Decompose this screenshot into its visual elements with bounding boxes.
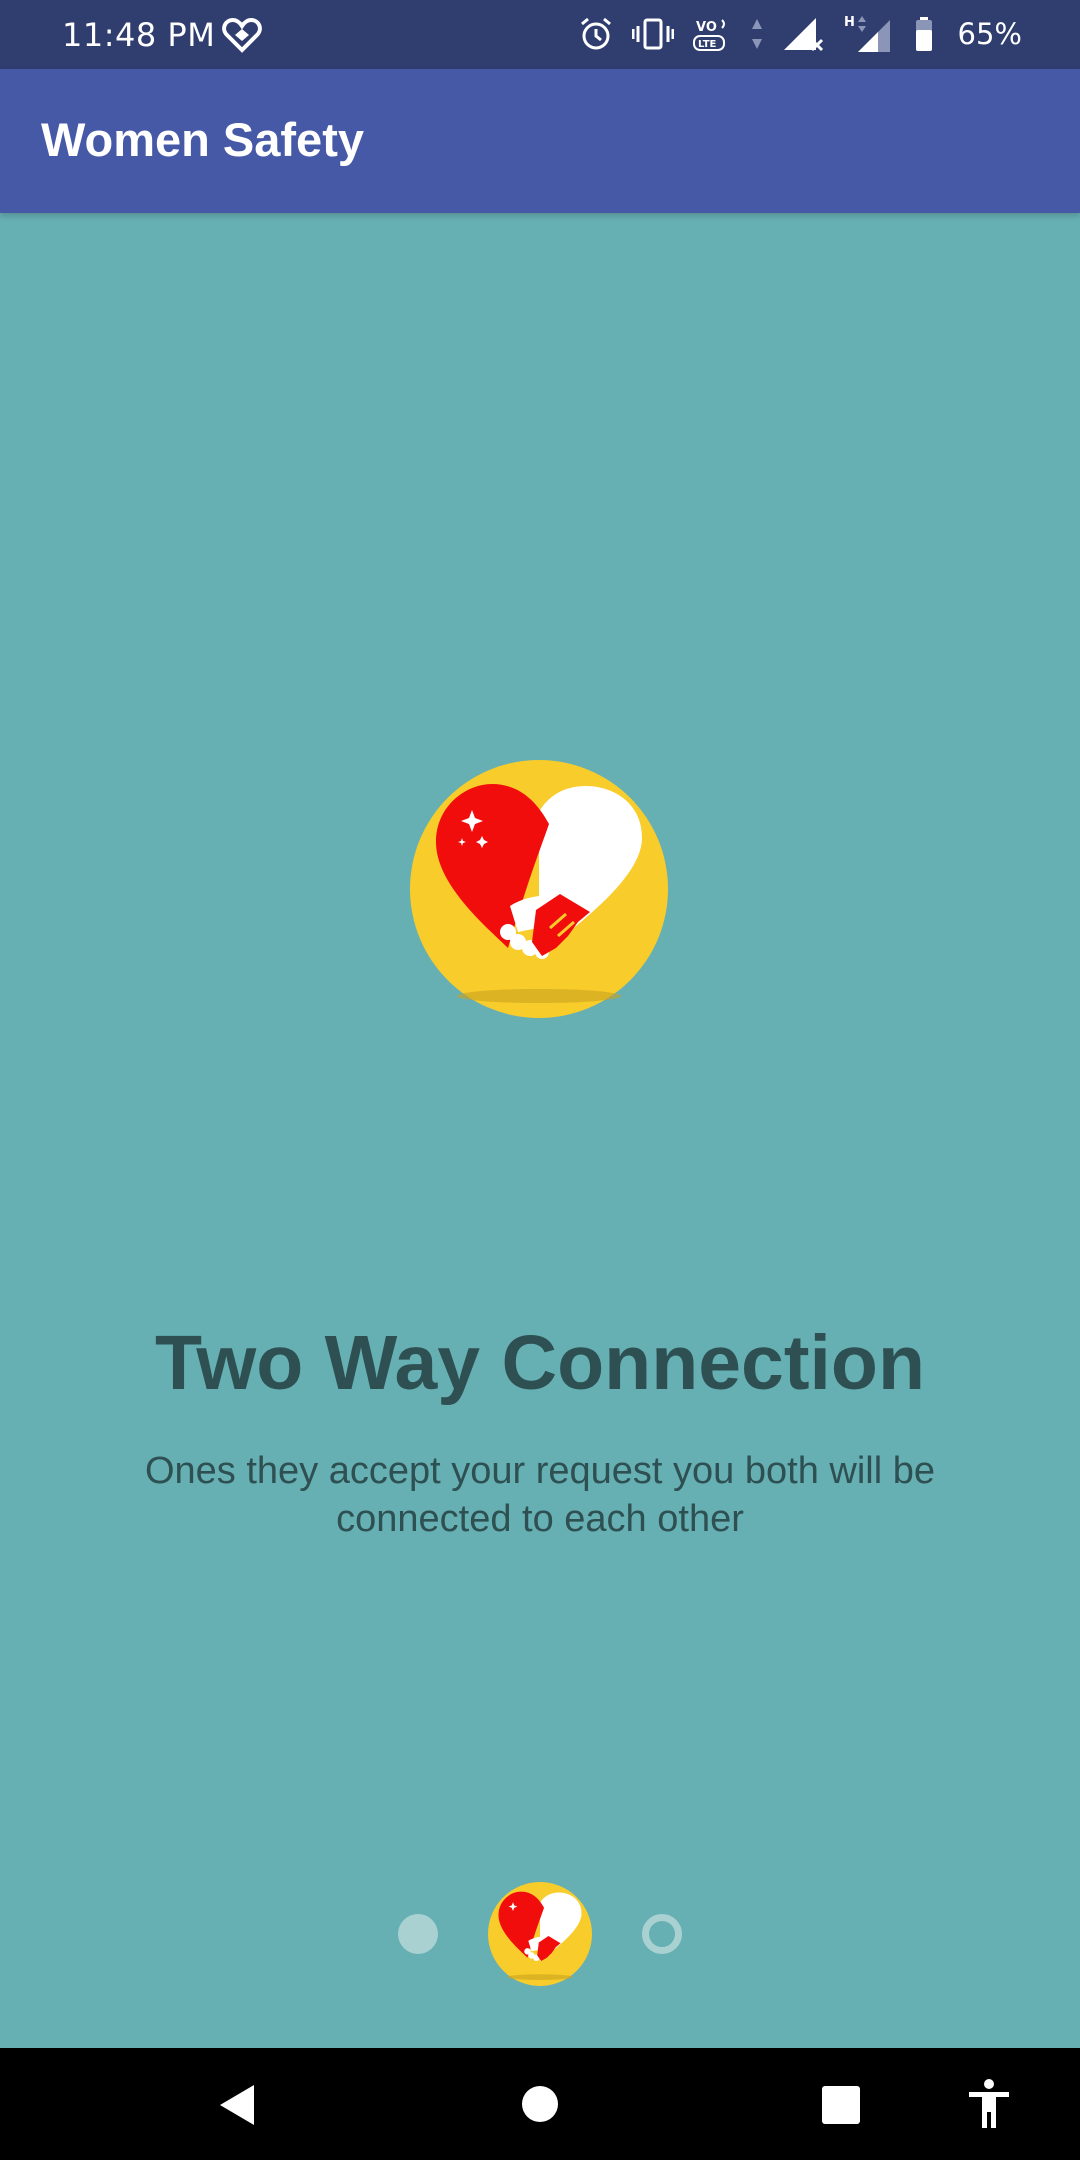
volte-icon: VO LTE bbox=[692, 19, 725, 51]
page-indicator-2-active-handshake-heart-icon[interactable] bbox=[488, 1882, 592, 1986]
heart-app-icon bbox=[222, 17, 262, 53]
h-network-icon: H bbox=[844, 15, 890, 52]
app-title: Women Safety bbox=[41, 113, 364, 166]
app-bar: Women Safety bbox=[0, 69, 1080, 213]
data-arrows-icon bbox=[751, 19, 762, 49]
slide-description: Ones they accept your request you both w… bbox=[144, 1450, 935, 1540]
signal-icon bbox=[783, 18, 823, 52]
status-bar: 11:48 PM VO LTE H 65% bbox=[0, 0, 1080, 69]
onboarding-slide[interactable]: Two Way Connection Ones they accept your… bbox=[0, 213, 1080, 2048]
svg-text:LTE: LTE bbox=[698, 39, 717, 50]
svg-text:VO: VO bbox=[696, 20, 717, 35]
battery-icon bbox=[915, 17, 932, 51]
recents-icon[interactable] bbox=[822, 2086, 860, 2124]
page-indicator-1[interactable] bbox=[398, 1914, 438, 1954]
back-icon[interactable] bbox=[218, 2083, 256, 2127]
accessibility-icon[interactable] bbox=[967, 2078, 1011, 2130]
handshake-heart-icon bbox=[410, 760, 668, 1018]
status-time: 11:48 PM bbox=[62, 16, 216, 54]
slide-title: Two Way Connection bbox=[155, 1320, 925, 1406]
status-icons: VO LTE H 65% bbox=[578, 14, 1022, 54]
alarm-icon bbox=[580, 17, 611, 50]
page-indicator-3[interactable] bbox=[642, 1914, 682, 1954]
svg-text:H: H bbox=[844, 15, 855, 30]
vibrate-icon bbox=[631, 18, 674, 50]
battery-percent: 65% bbox=[957, 17, 1022, 51]
nav-bar bbox=[0, 2048, 1080, 2160]
home-icon[interactable] bbox=[522, 2086, 558, 2122]
